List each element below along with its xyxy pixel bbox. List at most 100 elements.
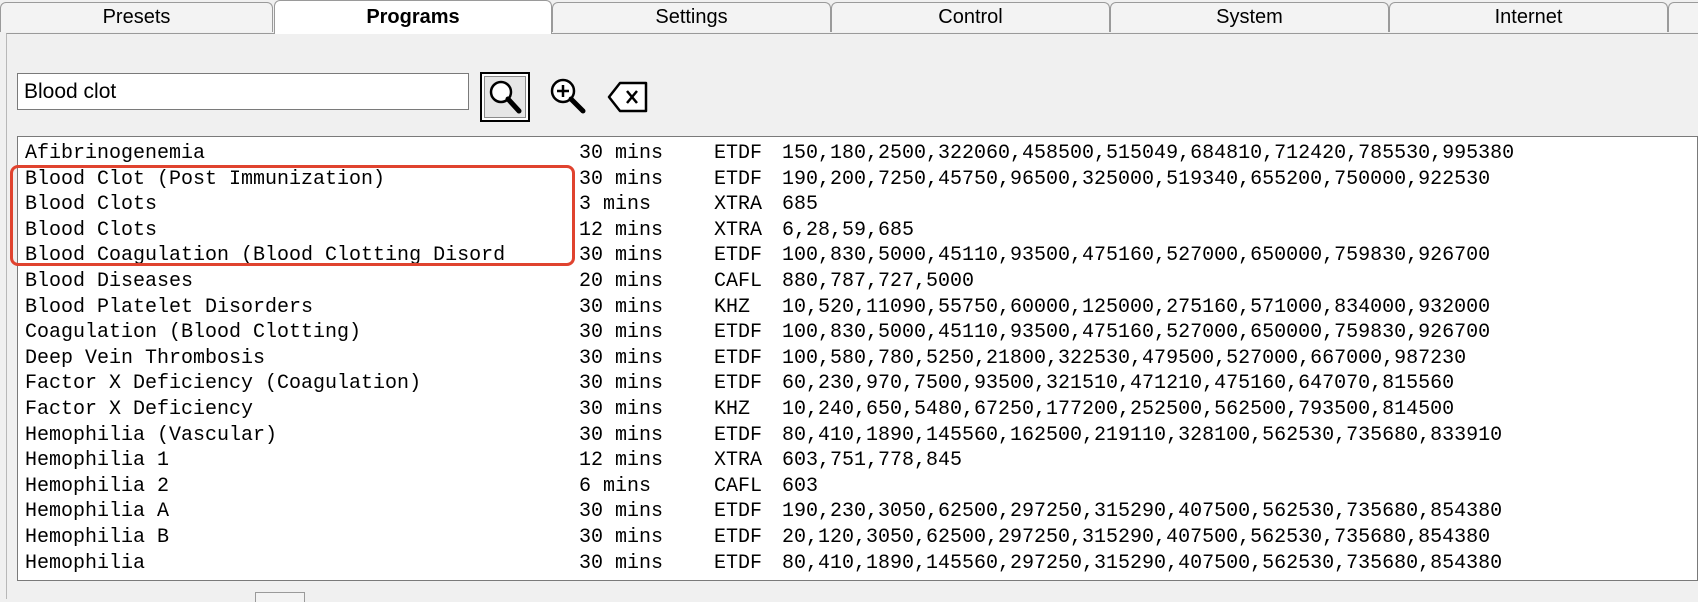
program-duration: 30 mins [579,526,664,549]
program-type: XTRA [714,193,763,217]
program-duration: 30 mins [579,244,664,268]
program-frequencies: 10,240,650,5480,67250,177200,252500,5625… [782,398,1455,421]
search-button[interactable] [480,72,530,122]
program-name: Afibrinogenemia [25,142,206,165]
program-name: Hemophilia [25,551,146,575]
program-frequencies: 100,830,5000,45110,93500,475160,527000,6… [782,321,1491,345]
program-name: Blood Clots [25,193,158,217]
program-type: CAFL [714,270,763,293]
program-duration: 30 mins [579,346,664,370]
program-duration: 30 mins [579,372,664,396]
program-duration: 30 mins [579,321,664,345]
program-type: ETDF [714,423,763,447]
program-duration: 12 mins [579,449,664,473]
program-duration: 30 mins [579,142,664,165]
program-frequencies: 190,200,7250,45750,96500,325000,519340,6… [782,167,1491,191]
list-item[interactable]: Blood Clots 12 mins XTRA 6,28,59,685 [18,218,1697,243]
program-duration: 30 mins [579,423,664,447]
program-frequencies: 80,410,1890,145560,162500,219110,328100,… [782,423,1503,447]
program-name: Hemophilia 2 [25,474,170,498]
program-duration: 30 mins [579,500,664,524]
program-frequencies: 190,230,3050,62500,297250,315290,407500,… [782,500,1503,524]
list-item[interactable]: Hemophilia 1 12 mins XTRA 603,751,778,845 [18,448,1697,473]
list-item[interactable]: Deep Vein Thrombosis 30 mins ETDF 100,580,7… [18,346,1697,371]
program-frequencies: 6,28,59,685 [782,218,915,242]
program-type: XTRA [714,218,763,242]
program-name: Blood Clot (Post Immunization) [25,167,386,191]
program-results-list[interactable]: Afibrinogenemia 30 mins ETDF 150,180,2500,3… [17,136,1698,581]
backspace-clear-icon [607,81,648,113]
list-item[interactable]: Afibrinogenemia 30 mins ETDF 150,180,2500,3… [18,141,1697,166]
program-name: Deep Vein Thrombosis [25,346,266,370]
program-name: Blood Clots [25,218,158,242]
tab-internet[interactable]: Internet [1389,2,1668,32]
bottom-control-edge [255,592,305,602]
program-type: XTRA [714,449,763,473]
search-icon [489,80,522,114]
program-type: ETDF [714,551,763,575]
program-name: Blood Platelet Disorders [25,295,314,319]
list-item[interactable]: Hemophilia 30 mins ETDF 80,410,1890,145560,… [18,551,1697,576]
program-name: Hemophilia (Vascular) [25,423,278,447]
program-name: Coagulation (Blood Clotting) [25,321,362,345]
zoom-in-icon [550,78,586,114]
tab-settings[interactable]: Settings [552,2,831,32]
program-type: ETDF [714,167,763,191]
program-duration: 20 mins [579,270,664,293]
program-type: CAFL [714,474,763,498]
zoom-in-button[interactable] [543,72,593,122]
search-input[interactable] [17,73,469,110]
list-item[interactable]: Blood Clots 3 mins XTRA 685 [18,192,1697,217]
program-name: Hemophilia 1 [25,449,170,473]
program-duration: 6 mins [579,474,652,498]
program-duration: 30 mins [579,167,664,191]
program-name: Factor X Deficiency (Coagulation) [25,372,422,396]
program-name: Blood Diseases [25,270,194,293]
program-frequencies: 20,120,3050,62500,297250,315290,407500,5… [782,526,1491,549]
program-frequencies: 150,180,2500,322060,458500,515049,684810… [782,142,1515,165]
list-item[interactable]: Blood Diseases 20 mins CAFL 880,787,727,500… [18,269,1697,294]
program-duration: 30 mins [579,398,664,421]
list-item[interactable]: Hemophilia (Vascular) 30 mins ETDF 80,410,1… [18,423,1697,448]
program-name: Blood Coagulation (Blood Clotting Disord [25,244,506,268]
program-frequencies: 100,830,5000,45110,93500,475160,527000,6… [782,244,1491,268]
list-item[interactable]: Blood Coagulation (Blood Clotting Disord… [18,243,1697,268]
program-frequencies: 10,520,11090,55750,60000,125000,275160,5… [782,295,1491,319]
list-item[interactable]: Hemophilia B 30 mins ETDF 20,120,3050,62500… [18,525,1697,550]
tab-system[interactable]: System [1110,2,1389,32]
list-item[interactable]: Hemophilia 2 6 mins CAFL 603 [18,474,1697,499]
program-name: Factor X Deficiency [25,398,254,421]
program-duration: 12 mins [579,218,664,242]
tab-programs[interactable]: Programs [274,0,552,34]
list-item[interactable]: Coagulation (Blood Clotting) 30 mins ETDF 1… [18,320,1697,345]
program-duration: 30 mins [579,295,664,319]
program-type: ETDF [714,500,763,524]
tab-presets[interactable]: Presets [0,2,273,32]
list-item[interactable]: Hemophilia A 30 mins ETDF 190,230,3050,6250… [18,499,1697,524]
program-name: Hemophilia A [25,500,170,524]
program-duration: 3 mins [579,193,652,217]
program-type: ETDF [714,372,763,396]
list-item[interactable]: Factor X Deficiency (Coagulation) 30 mins… [18,371,1697,396]
program-type: KHZ [714,398,751,421]
list-item[interactable]: Blood Clot (Post Immunization) 30 mins ETD… [18,167,1697,192]
program-frequencies: 603 [782,474,819,498]
tab-overflow[interactable] [1668,2,1698,32]
program-frequencies: 685 [782,193,819,217]
program-frequencies: 60,230,970,7500,93500,321510,471210,4751… [782,372,1455,396]
program-type: ETDF [714,244,763,268]
program-type: ETDF [714,346,763,370]
tab-bar: Presets Programs Settings Control System… [0,0,1698,34]
clear-button[interactable] [604,72,654,122]
program-frequencies: 100,580,780,5250,21800,322530,479500,527… [782,346,1467,370]
list-item[interactable]: Factor X Deficiency 30 mins KHZ 10,240,650,… [18,397,1697,422]
tab-control[interactable]: Control [831,2,1110,32]
list-item[interactable]: Blood Platelet Disorders 30 mins KHZ 10,520… [18,295,1697,320]
program-type: KHZ [714,295,751,319]
program-type: ETDF [714,526,763,549]
program-frequencies: 603,751,778,845 [782,449,963,473]
program-name: Hemophilia B [25,526,170,549]
program-frequencies: 80,410,1890,145560,297250,315290,407500,… [782,551,1503,575]
program-type: ETDF [714,142,763,165]
program-duration: 30 mins [579,551,664,575]
